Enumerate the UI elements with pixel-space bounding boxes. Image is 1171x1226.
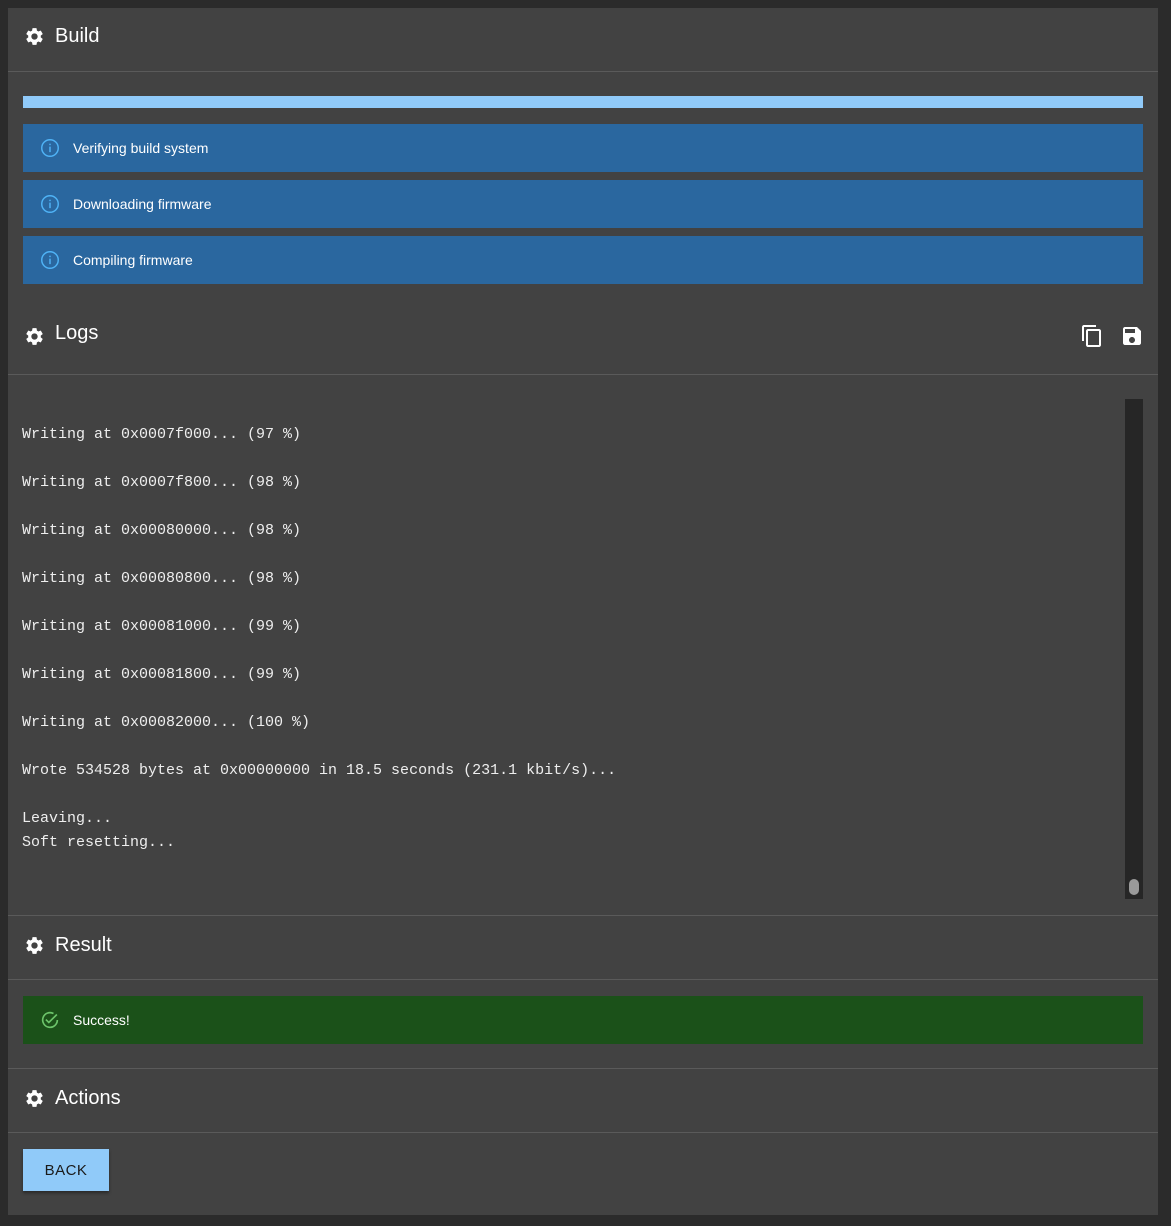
divider: [8, 915, 1158, 916]
logs-actions: [1080, 324, 1144, 348]
step-alert-downloading: Downloading firmware: [23, 180, 1143, 228]
gear-icon: [26, 1089, 43, 1107]
scroll-thumb[interactable]: [1129, 879, 1139, 895]
log-scrollbar[interactable]: [1125, 399, 1143, 899]
log-output[interactable]: Writing at 0x0007f000... (97 %) Writing a…: [22, 399, 1122, 899]
logs-title: Logs: [55, 321, 99, 344]
divider: [8, 1132, 1158, 1133]
info-icon: [41, 195, 59, 213]
divider: [8, 374, 1158, 375]
log-line: Writing at 0x00081800... (99 %): [22, 666, 302, 683]
log-line: Leaving...: [22, 810, 113, 827]
build-panel: Build Verifying build system Downloading…: [8, 8, 1158, 1215]
result-header: Result: [8, 929, 1158, 961]
log-line: Writing at 0x00080000... (98 %): [22, 522, 302, 539]
step-alert-verifying: Verifying build system: [23, 124, 1143, 172]
step-label: Downloading firmware: [73, 196, 212, 212]
log-line: Writing at 0x00082000... (100 %): [22, 714, 311, 731]
log-line: Soft resetting...: [22, 834, 176, 851]
log-line: Writing at 0x00081000... (99 %): [22, 618, 302, 635]
success-alert: Success!: [23, 996, 1143, 1044]
success-message: Success!: [73, 1012, 130, 1028]
step-label: Verifying build system: [73, 140, 209, 156]
info-icon: [41, 251, 59, 269]
build-progress-bar: [23, 96, 1143, 108]
build-title: Build: [55, 24, 100, 47]
divider: [8, 979, 1158, 980]
logs-header: Logs: [8, 318, 1158, 354]
copy-icon[interactable]: [1080, 324, 1104, 348]
divider: [8, 1068, 1158, 1069]
gear-icon: [26, 27, 43, 45]
actions-header: Actions: [8, 1082, 1158, 1114]
back-button[interactable]: BACK: [23, 1149, 109, 1191]
log-line: Writing at 0x0007f800... (98 %): [22, 474, 302, 491]
divider: [8, 71, 1158, 72]
result-title: Result: [55, 933, 112, 956]
gear-icon: [26, 936, 43, 954]
save-icon[interactable]: [1120, 324, 1144, 348]
log-line: Wrote 534528 bytes at 0x00000000 in 18.5…: [22, 762, 617, 779]
log-line: Writing at 0x0007f000... (97 %): [22, 426, 302, 443]
step-label: Compiling firmware: [73, 252, 193, 268]
build-header: Build: [8, 20, 1158, 52]
info-icon: [41, 139, 59, 157]
log-line: Writing at 0x00080800... (98 %): [22, 570, 302, 587]
check-circle-icon: [41, 1011, 59, 1029]
step-alert-compiling: Compiling firmware: [23, 236, 1143, 284]
gear-icon: [26, 327, 43, 345]
actions-title: Actions: [55, 1086, 121, 1109]
